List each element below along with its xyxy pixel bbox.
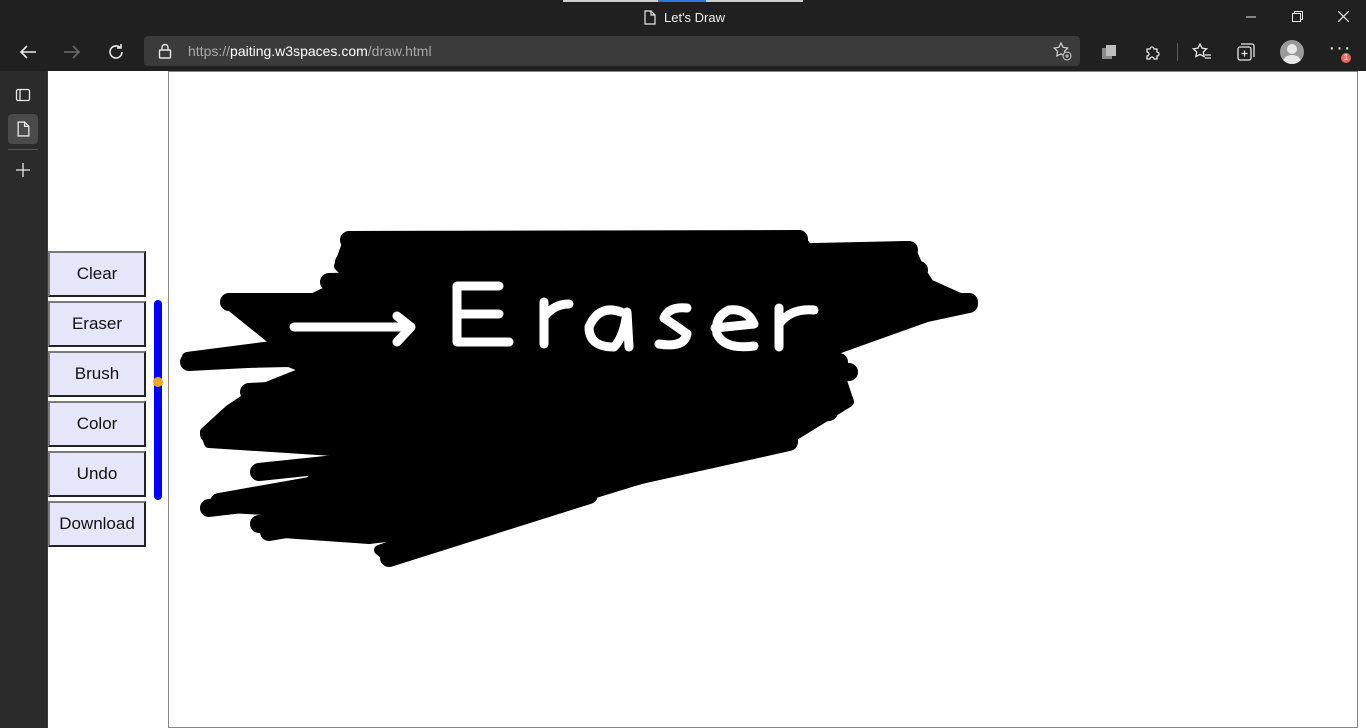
brush-size-slider-thumb[interactable] xyxy=(153,377,163,387)
profile-body xyxy=(1283,55,1301,64)
collections-button[interactable] xyxy=(1096,39,1122,65)
window-title-text: Let's Draw xyxy=(664,9,726,25)
tab-actions-icon xyxy=(1237,43,1255,61)
close-button[interactable] xyxy=(1320,0,1366,33)
browser-toolbar: https://paiting.w3spaces.com/draw.html ·… xyxy=(0,33,1366,71)
add-favorite-icon[interactable] xyxy=(1052,41,1072,61)
clear-button[interactable]: Clear xyxy=(48,251,146,297)
brush-size-slider[interactable] xyxy=(154,300,162,500)
back-button[interactable] xyxy=(12,36,44,68)
window-title: Let's Draw xyxy=(644,8,725,26)
plus-icon xyxy=(16,163,30,177)
profile-icon[interactable] xyxy=(1280,40,1304,64)
restore-icon xyxy=(1291,11,1303,22)
vertical-tabs-sidebar xyxy=(0,71,48,728)
collections-icon xyxy=(1102,45,1116,59)
extensions-button[interactable] xyxy=(1140,39,1166,65)
address-bar[interactable]: https://paiting.w3spaces.com/draw.html xyxy=(144,36,1080,66)
notification-badge: 1 xyxy=(1341,53,1351,63)
brush-button[interactable]: Brush xyxy=(48,351,146,397)
black-scribble xyxy=(180,230,978,567)
canvas-drawing xyxy=(180,230,978,567)
url-text[interactable]: https://paiting.w3spaces.com/draw.html xyxy=(188,43,432,59)
drawing-canvas[interactable] xyxy=(168,71,1358,728)
new-tab-button[interactable] xyxy=(8,155,38,185)
url-path: /draw.html xyxy=(367,43,432,59)
page-icon xyxy=(17,121,29,137)
sidebar-separator xyxy=(8,149,38,150)
collections-add-button[interactable] xyxy=(1233,39,1259,65)
close-icon xyxy=(1337,11,1349,22)
eraser-button[interactable]: Eraser xyxy=(48,301,146,347)
refresh-button[interactable] xyxy=(100,36,132,68)
minimize-icon xyxy=(1246,16,1256,17)
favorites-button[interactable] xyxy=(1189,39,1215,65)
forward-button[interactable] xyxy=(56,36,88,68)
tab-lets-draw[interactable] xyxy=(8,114,38,144)
url-scheme: https:// xyxy=(188,43,231,59)
color-button[interactable]: Color xyxy=(48,401,146,447)
download-button[interactable]: Download xyxy=(48,501,146,547)
refresh-icon xyxy=(109,44,123,59)
favorites-icon xyxy=(1192,43,1211,59)
tab-actions-menu-button[interactable] xyxy=(8,80,38,110)
toolbar-separator xyxy=(1177,43,1178,61)
restore-button[interactable] xyxy=(1274,0,1320,33)
profile-head xyxy=(1287,44,1297,54)
minimize-button[interactable] xyxy=(1228,0,1274,33)
page-content: Clear Eraser Brush Color Undo Download xyxy=(48,71,1366,728)
lock-icon[interactable] xyxy=(158,43,172,59)
page-icon xyxy=(644,9,656,25)
extensions-icon xyxy=(1146,46,1160,60)
url-host: paiting.w3spaces.com xyxy=(230,43,368,59)
forward-icon xyxy=(64,45,81,59)
tab-actions-icon xyxy=(15,88,31,102)
undo-button[interactable]: Undo xyxy=(48,451,146,497)
title-bar: Let's Draw xyxy=(0,0,1366,33)
back-icon xyxy=(19,45,36,59)
active-tab-indicator xyxy=(658,0,706,2)
